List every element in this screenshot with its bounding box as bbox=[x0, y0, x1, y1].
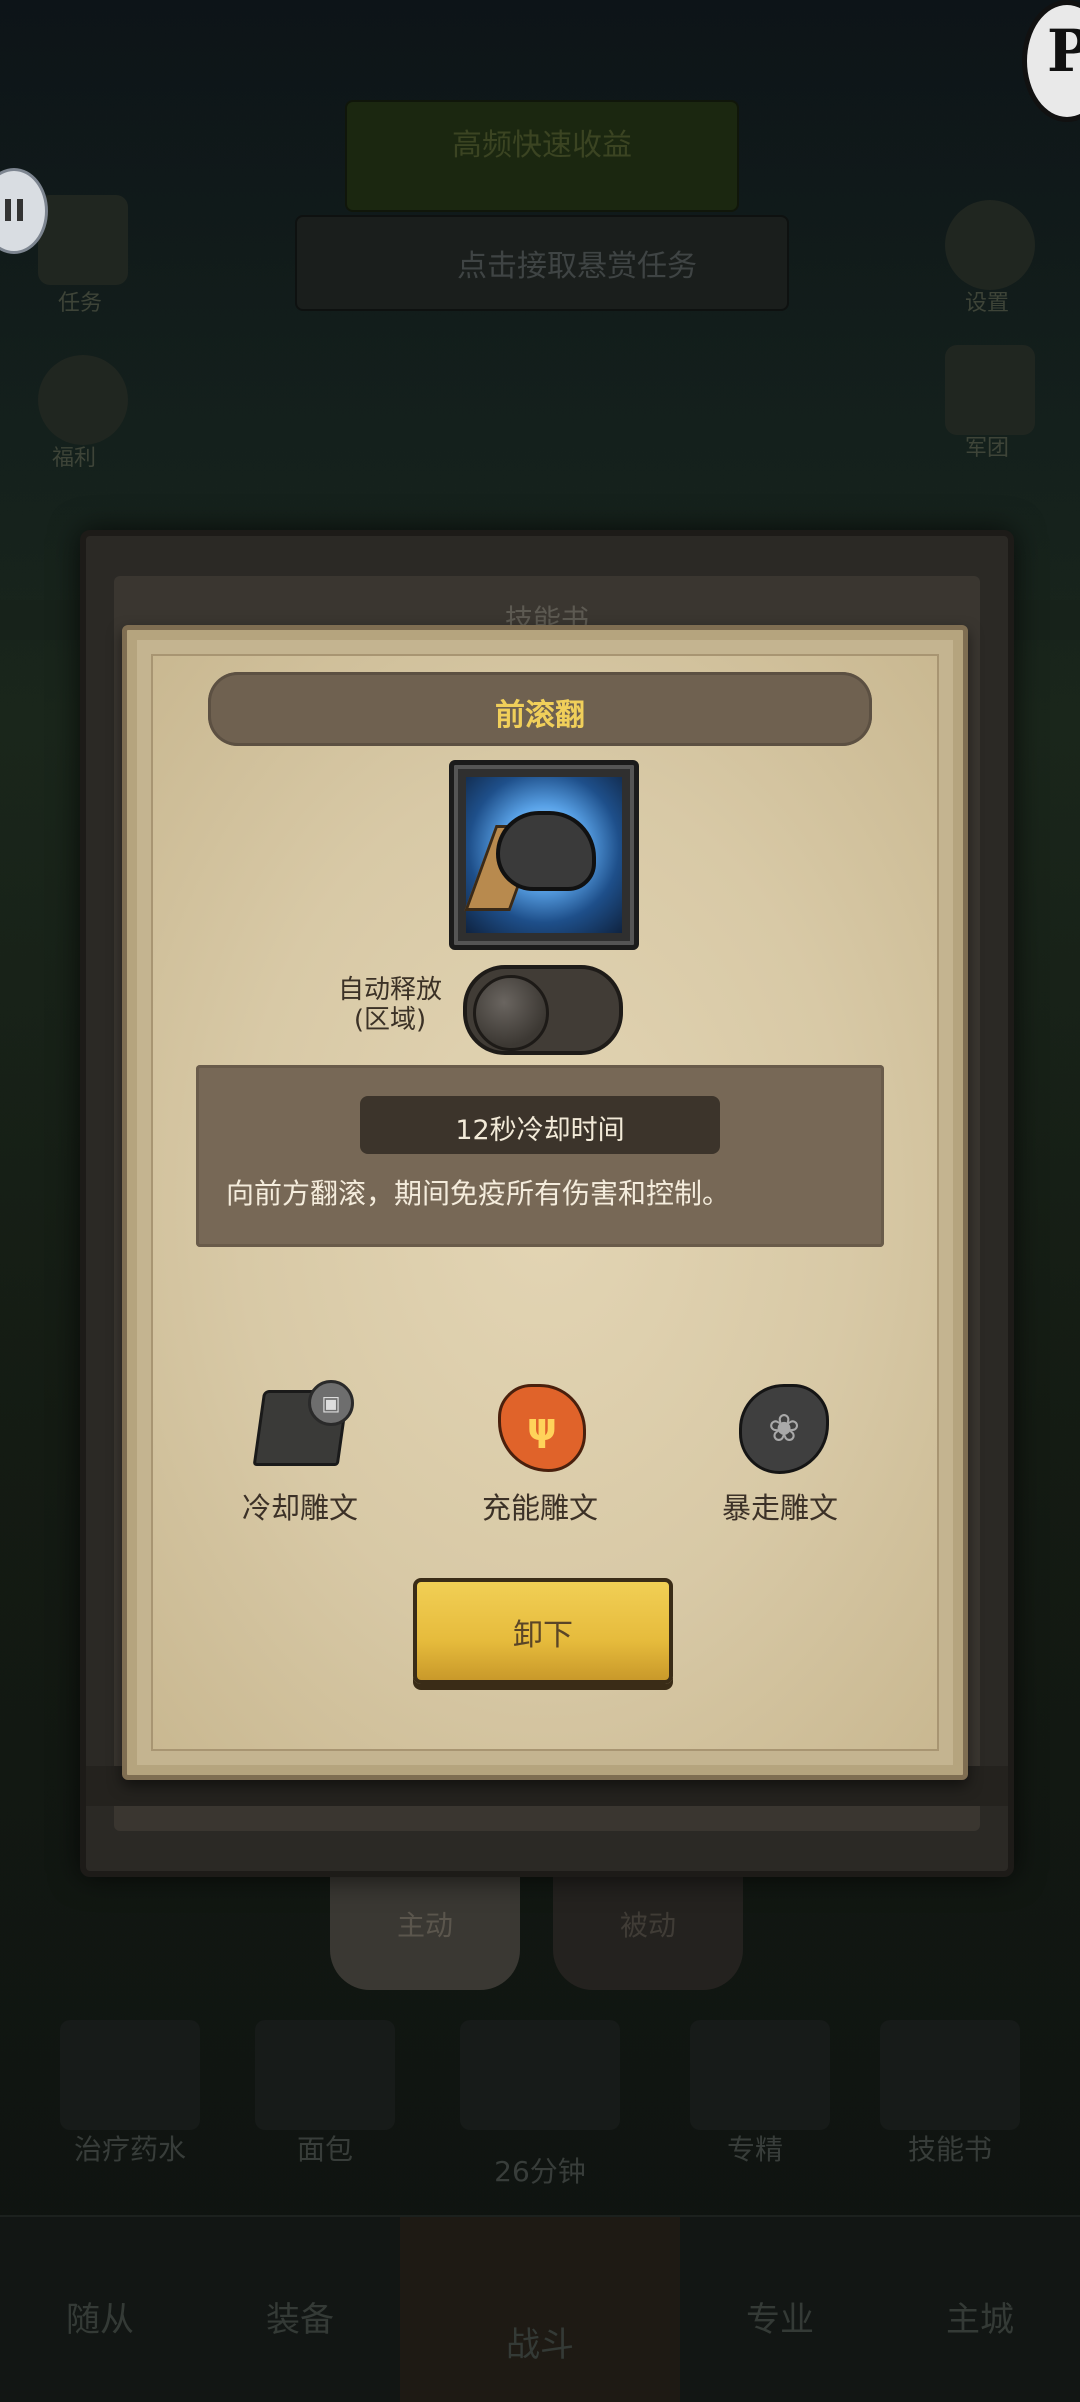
nav-battle-label: 战斗 bbox=[506, 2325, 574, 2365]
auto-release-label-line1: 自动释放 bbox=[337, 975, 442, 1005]
rage-rune-label: 暴走雕文 bbox=[721, 1491, 838, 1525]
gear-icon[interactable] bbox=[945, 200, 1035, 290]
cooldown-text: 12秒冷却时间 bbox=[455, 1115, 625, 1146]
nav-profession[interactable]: 专业 bbox=[680, 2215, 880, 2402]
nav-followers[interactable]: 随从 bbox=[0, 2215, 200, 2402]
legion-label: 军团 bbox=[965, 436, 1010, 461]
avatar-letter: P bbox=[1047, 17, 1080, 85]
skill-description: 向前方翻滚，期间免疫所有伤害和控制。 bbox=[226, 1177, 731, 1210]
welfare-icon[interactable] bbox=[38, 355, 128, 445]
nav-equipment[interactable]: 装备 bbox=[200, 2215, 400, 2402]
nav-profession-label: 专业 bbox=[746, 2300, 814, 2340]
unequip-button-label: 卸下 bbox=[513, 1618, 573, 1653]
item-bread[interactable] bbox=[255, 2020, 395, 2130]
task-icon[interactable] bbox=[38, 195, 128, 285]
rage-rune[interactable]: ❀ bbox=[735, 1380, 835, 1474]
item-center[interactable] bbox=[460, 2020, 620, 2130]
nav-city-label: 主城 bbox=[946, 2300, 1014, 2340]
settings-label: 设置 bbox=[965, 291, 1010, 316]
item-skillbook[interactable] bbox=[880, 2020, 1020, 2130]
unequip-button[interactable]: 卸下 bbox=[413, 1578, 673, 1684]
item-bread-label: 面包 bbox=[296, 2133, 353, 2166]
auto-release-label: 自动释放 (区域) bbox=[330, 975, 450, 1035]
charge-rune-icon: ψ bbox=[498, 1384, 586, 1472]
task-label: 任务 bbox=[58, 291, 103, 316]
legion-icon[interactable] bbox=[945, 345, 1035, 435]
cooldown-rune[interactable]: ▣ bbox=[252, 1380, 354, 1470]
quest-button-label: 点击接取悬赏任务 bbox=[457, 249, 697, 284]
skill-title: 前滚翻 bbox=[495, 698, 585, 733]
toggle-knob bbox=[473, 975, 549, 1051]
nav-equipment-label: 装备 bbox=[266, 2300, 334, 2340]
tab-passive-label: 被动 bbox=[619, 1909, 676, 1942]
tab-active-label: 主动 bbox=[396, 1909, 453, 1942]
nav-followers-label: 随从 bbox=[66, 2300, 134, 2340]
auto-release-toggle[interactable] bbox=[463, 965, 623, 1055]
item-potion[interactable] bbox=[60, 2020, 200, 2130]
rage-rune-icon: ❀ bbox=[739, 1384, 829, 1474]
item-mastery[interactable] bbox=[690, 2020, 830, 2130]
top-banner[interactable]: 高频快速收益 bbox=[345, 100, 739, 212]
tab-active[interactable]: 主动 bbox=[330, 1870, 520, 1990]
skill-description-box bbox=[196, 1065, 884, 1247]
auto-release-label-line2: (区域) bbox=[353, 1005, 427, 1035]
item-skillbook-label: 技能书 bbox=[907, 2133, 992, 2166]
forward-roll-skill-icon bbox=[449, 760, 639, 950]
cooldown-badge: 12秒冷却时间 bbox=[360, 1096, 720, 1154]
welfare-label: 福利 bbox=[52, 446, 97, 471]
timer-label: 26分钟 bbox=[494, 2155, 586, 2188]
charge-rune-label: 充能雕文 bbox=[481, 1491, 598, 1525]
rolling-figure-icon bbox=[496, 811, 596, 891]
quest-button[interactable]: 点击接取悬赏任务 bbox=[295, 215, 789, 311]
lock-icon: ▣ bbox=[308, 1380, 354, 1426]
top-banner-text: 高频快速收益 bbox=[452, 128, 632, 163]
tab-passive[interactable]: 被动 bbox=[553, 1870, 743, 1990]
item-potion-label: 治疗药水 bbox=[73, 2133, 186, 2166]
nav-battle[interactable]: 战斗 bbox=[400, 2215, 680, 2402]
charge-rune[interactable]: ψ bbox=[494, 1380, 594, 1472]
nav-city[interactable]: 主城 bbox=[880, 2215, 1080, 2402]
item-mastery-label: 专精 bbox=[726, 2133, 783, 2166]
skill-title-banner: 前滚翻 bbox=[208, 672, 872, 746]
cooldown-rune-label: 冷却雕文 bbox=[241, 1491, 358, 1525]
